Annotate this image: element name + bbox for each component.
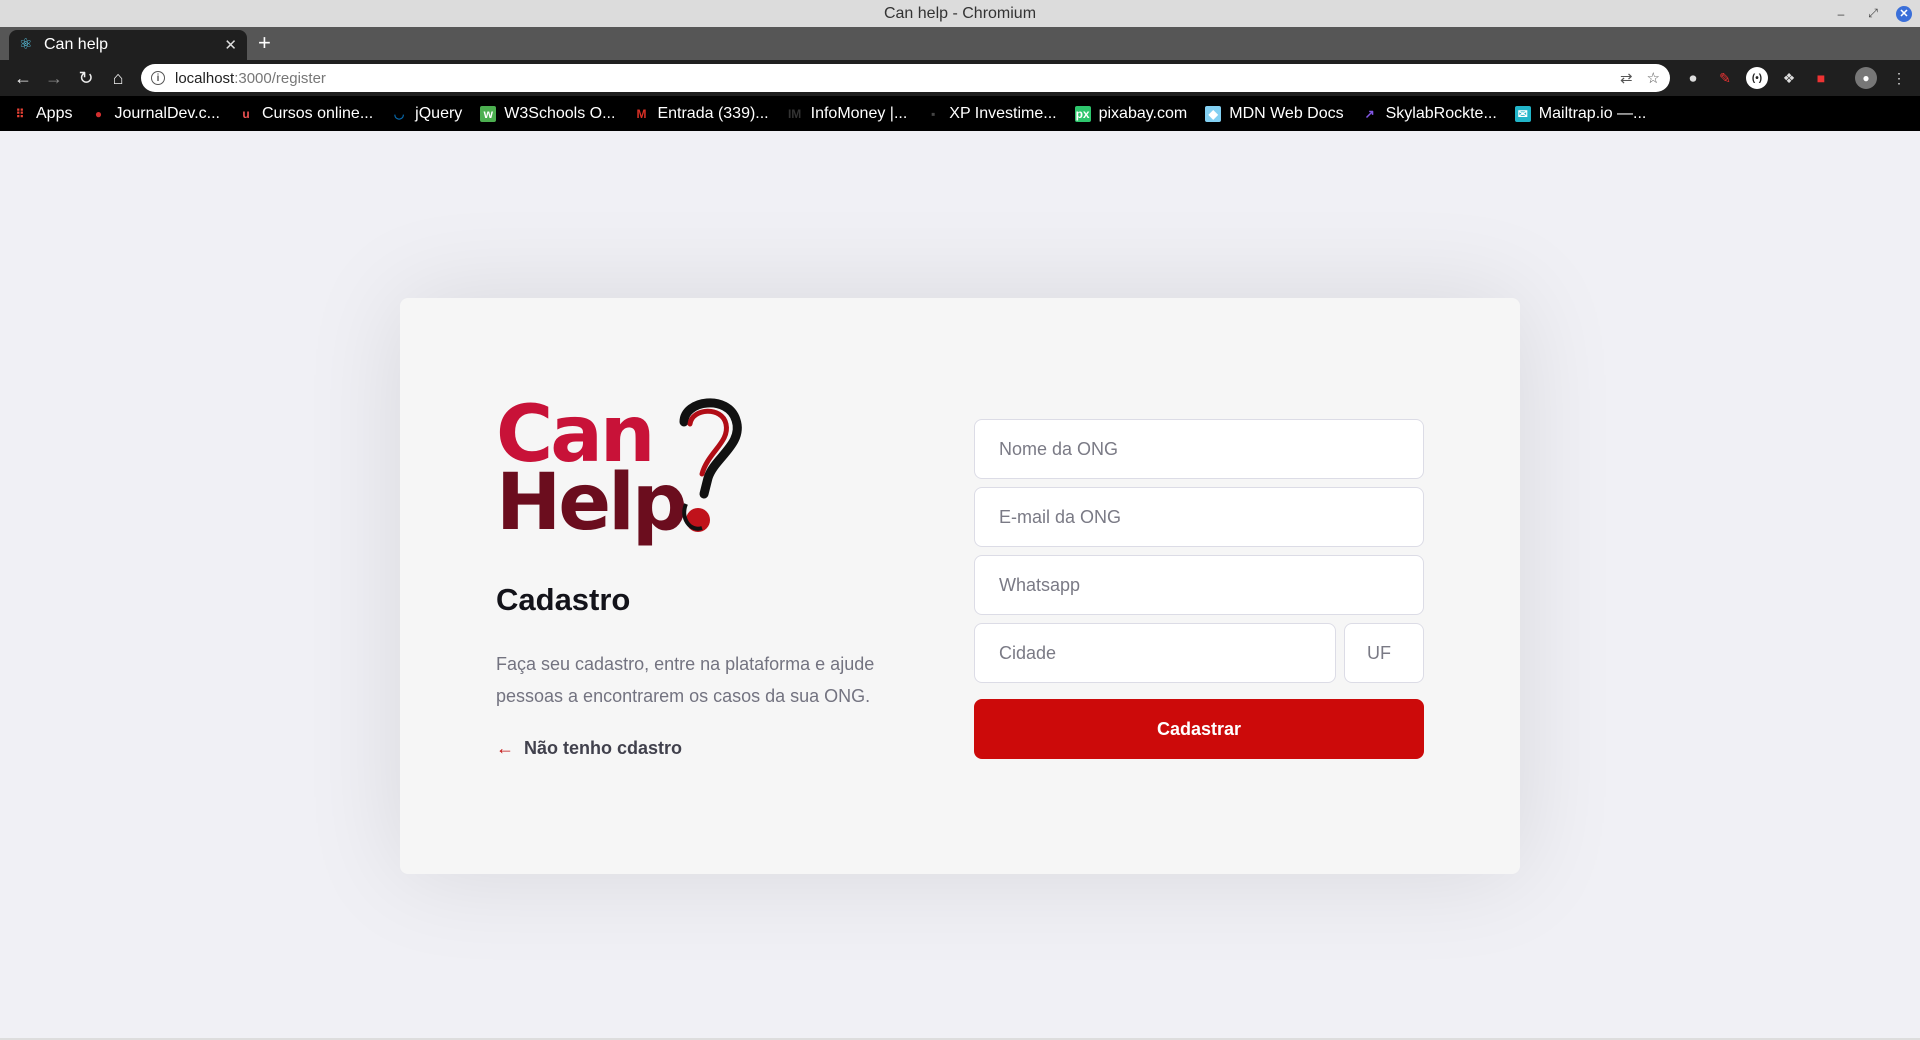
city-input[interactable] <box>974 623 1336 683</box>
back-link-label: Não tenho cdastro <box>524 738 683 758</box>
bookmark-label: Entrada (339)... <box>657 104 769 122</box>
tab-title: Can help <box>44 36 109 53</box>
window-title: Can help - Chromium <box>883 4 1037 22</box>
page-viewport: Can Help Cadastro Faça seu cadastro, ent… <box>0 131 1920 1040</box>
translate-icon[interactable]: ⇄ <box>1620 69 1633 87</box>
menu-kebab-icon[interactable]: ⋮ <box>1888 67 1910 89</box>
whatsapp-input[interactable] <box>974 555 1424 615</box>
bookmark-item[interactable]: ▪ XP Investime... <box>925 105 1056 123</box>
bookmark-label: SkylabRockte... <box>1385 104 1497 122</box>
bookmark-label: Cursos online... <box>262 104 374 122</box>
bookmark-item[interactable]: ◡ jQuery <box>391 105 462 123</box>
bookmark-item[interactable]: px pixabay.com <box>1074 104 1188 123</box>
extension-puzzle-icon[interactable]: ❖ <box>1778 67 1800 89</box>
bookmark-star-icon[interactable]: ☆ <box>1647 69 1660 87</box>
react-icon: ⚛ <box>19 36 33 53</box>
back-to-login-link[interactable]: ← Não tenho cdastro <box>496 738 682 759</box>
city-uf-row <box>974 623 1424 691</box>
extension-radio-icon[interactable]: (•) <box>1746 67 1768 89</box>
bookmark-item[interactable]: ◆ MDN Web Docs <box>1205 104 1344 123</box>
bookmark-item[interactable]: IM InfoMoney |... <box>787 104 908 123</box>
bookmark-item[interactable]: ● JournalDev.c... <box>90 105 220 123</box>
journaldev-icon: ● <box>94 106 103 121</box>
bookmark-label: XP Investime... <box>949 104 1057 122</box>
logo-word-help: Help <box>496 458 688 548</box>
profile-avatar[interactable]: ● <box>1855 67 1877 89</box>
close-window-icon[interactable]: ✕ <box>1896 5 1912 22</box>
arrow-left-icon: ← <box>496 738 514 758</box>
bookmark-label: W3Schools O... <box>504 104 616 122</box>
w3schools-icon: w <box>480 105 497 122</box>
bookmark-label: JournalDev.c... <box>114 104 220 122</box>
page-title: Cadastro <box>496 582 631 617</box>
forward-icon[interactable]: → <box>40 60 68 96</box>
mdn-icon: ◆ <box>1205 105 1222 122</box>
bookmark-item[interactable]: ↗ SkylabRockte... <box>1362 105 1497 123</box>
question-mark-logo-icon <box>679 398 742 532</box>
register-card: Can Help Cadastro Faça seu cadastro, ent… <box>400 298 1520 874</box>
back-icon[interactable]: ← <box>9 60 37 96</box>
bookmarks-bar: ⠿ Apps ● JournalDev.c... u Cursos online... ◡ j… <box>0 96 1920 131</box>
bookmark-label: Mailtrap.io —... <box>1538 104 1647 122</box>
url-host: localhost <box>175 69 235 87</box>
extension-record-icon[interactable]: ⏺ <box>1682 67 1704 89</box>
home-icon[interactable]: ⌂ <box>104 60 132 96</box>
page-description: Faça seu cadastro, entre na plataforma e… <box>496 654 875 706</box>
bookmark-item[interactable]: M Entrada (339)... <box>633 105 768 123</box>
bookmark-item[interactable]: ⠿ Apps <box>12 104 73 123</box>
register-submit-button[interactable]: Cadastrar <box>974 699 1424 759</box>
bookmark-label: MDN Web Docs <box>1229 104 1344 122</box>
extension-pen-icon[interactable]: ✎ <box>1714 67 1736 89</box>
url-path: :3000/register <box>234 69 326 87</box>
close-tab-icon[interactable]: ✕ <box>224 36 237 54</box>
gmail-icon: M <box>636 106 647 121</box>
address-bar[interactable]: i localhost :3000/register ⇄ ☆ <box>141 64 1670 92</box>
bookmark-item[interactable]: u Cursos online... <box>238 105 373 123</box>
minimize-icon[interactable]: ‒ <box>1832 5 1850 23</box>
new-tab-icon[interactable]: + <box>258 31 271 55</box>
uf-input[interactable] <box>1344 623 1424 683</box>
mailtrap-icon: ✉ <box>1514 105 1531 122</box>
bookmark-item[interactable]: ✉ Mailtrap.io —... <box>1514 104 1647 123</box>
infomoney-icon: IM <box>787 106 802 121</box>
bookmark-label: InfoMoney |... <box>810 104 908 122</box>
pixabay-icon: px <box>1074 105 1091 122</box>
browser-toolbar: ← → ↻ ⌂ i localhost :3000/register ⇄ ☆ ⏺… <box>0 60 1920 96</box>
reload-icon[interactable]: ↻ <box>72 60 100 96</box>
ong-name-input[interactable] <box>974 419 1424 479</box>
site-info-icon[interactable]: i <box>151 71 165 85</box>
bookmark-label: pixabay.com <box>1098 104 1188 122</box>
ong-email-input[interactable] <box>974 487 1424 547</box>
tab-strip: ⚛ Can help ✕ <box>0 27 1920 60</box>
tab-can-help[interactable]: ⚛ Can help ✕ <box>9 30 247 60</box>
udemy-icon: u <box>242 106 250 121</box>
restore-icon[interactable]: ⤢ <box>1864 5 1882 23</box>
bookmark-label: jQuery <box>415 104 463 122</box>
apps-grid-icon: ⠿ <box>15 106 25 121</box>
extension-red-icon[interactable]: ■ <box>1810 67 1832 89</box>
rocketseat-icon: ↗ <box>1364 106 1375 121</box>
window-titlebar: Can help - Chromium ‒ ⤢ ✕ <box>0 0 1920 27</box>
window-controls: ‒ ⤢ ✕ <box>1832 0 1912 27</box>
xp-icon: ▪ <box>931 106 936 121</box>
can-help-logo: Can Help <box>496 390 756 548</box>
register-form: Cadastrar <box>974 419 1424 759</box>
bookmark-item[interactable]: w W3Schools O... <box>480 105 615 123</box>
bookmark-label: Apps <box>36 104 73 122</box>
jquery-icon: ◡ <box>393 106 405 121</box>
